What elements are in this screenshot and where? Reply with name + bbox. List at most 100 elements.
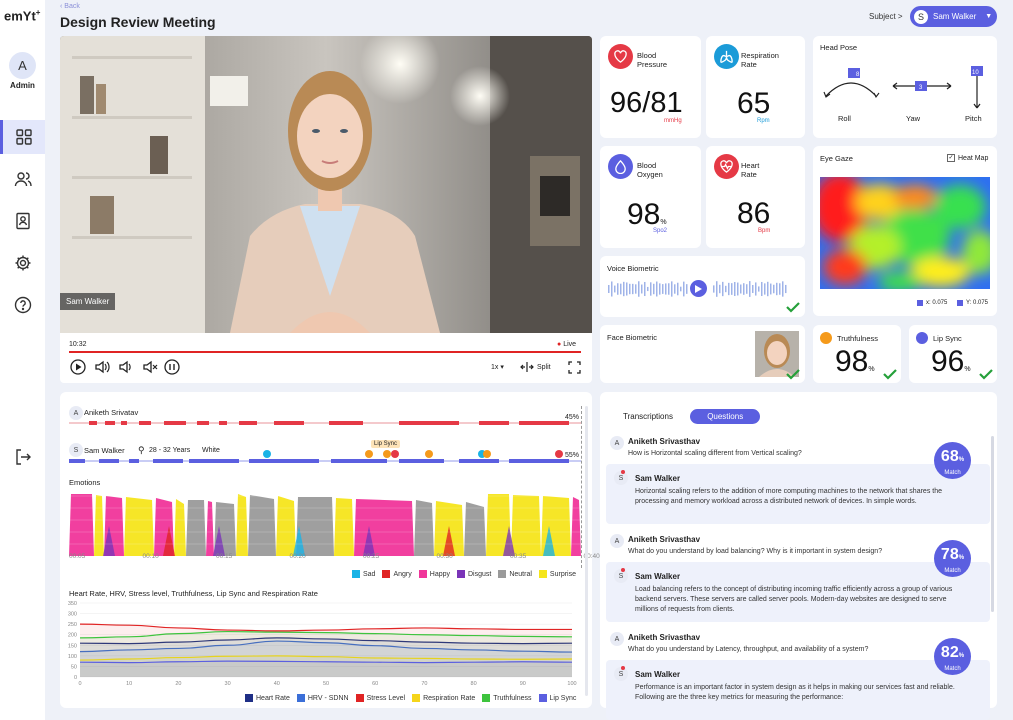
- pause-icon[interactable]: [164, 359, 180, 375]
- video-progress-bar[interactable]: [69, 351, 581, 353]
- talk-segment: [69, 459, 85, 463]
- talk-segment: [105, 421, 115, 425]
- biometrics-line-chart: 0 50 100 150 200 250 300 350 0 10 20 30 40 50 60 70 80 90…: [68, 601, 577, 685]
- playback-speed[interactable]: 1x ▾: [491, 363, 504, 371]
- answer-name: Sam Walker: [635, 670, 681, 679]
- eye-gaze-title: Eye Gaze: [820, 154, 853, 163]
- waveform-bar: [725, 285, 727, 293]
- legend-item[interactable]: Happy: [418, 570, 450, 578]
- tab-transcriptions[interactable]: Transcriptions: [612, 409, 684, 424]
- x-tick-label: 00:15: [216, 553, 233, 560]
- checkbox-icon[interactable]: ✓: [947, 154, 955, 162]
- volume-down-icon[interactable]: [118, 359, 134, 375]
- answer-text: Load balancing refers to the concept of …: [635, 586, 953, 614]
- subject-dropdown[interactable]: S Sam Walker ▼: [910, 6, 997, 27]
- contact-book-icon: [15, 212, 30, 230]
- waveform-bar: [722, 281, 724, 297]
- head-pose-card: Head Pose 8 3 10 Roll Yaw Pitch: [813, 36, 997, 138]
- fullscreen-icon[interactable]: [568, 361, 581, 374]
- emotion-area-surprise: [124, 497, 154, 556]
- speaker-name: Aniketh Srivatav: [84, 408, 139, 417]
- match-score-badge: 68% Match: [934, 442, 971, 479]
- emotions-chart: [69, 494, 581, 556]
- video-controls: 10:32 ● Live 1x ▾ Split: [60, 333, 592, 383]
- transcript-tabs: Transcriptions Questions: [612, 409, 761, 424]
- waveform-bar: [713, 285, 715, 293]
- blood-pressure-unit: mmHg: [664, 118, 682, 124]
- respiration-card: Respiration Rate 65 Rpm: [706, 36, 805, 138]
- user-avatar[interactable]: A: [9, 52, 36, 79]
- metric-title: Blood Oxygen: [637, 161, 663, 180]
- speaker1-talk-track: [69, 421, 581, 425]
- legend-label: Respiration Rate: [423, 694, 476, 702]
- waveform-bar: [635, 284, 637, 294]
- x-tick-label: 100: [567, 681, 576, 685]
- x-tick-label: 00:35: [510, 553, 527, 560]
- mute-icon[interactable]: [142, 359, 160, 375]
- legend-label: Disgust: [468, 570, 492, 578]
- legend-item[interactable]: Angry: [382, 570, 412, 578]
- waveform-bar: [752, 285, 754, 293]
- legend-item[interactable]: Stress Level: [355, 694, 405, 702]
- analytics-scrollbar[interactable]: [585, 406, 588, 696]
- legend-swatch: [355, 694, 364, 702]
- metric-title: Heart Rate: [741, 161, 760, 180]
- nav-logout[interactable]: [0, 440, 45, 474]
- waveform-bar: [719, 284, 721, 294]
- waveform-bar: [737, 282, 739, 296]
- talk-segment: [219, 421, 227, 425]
- waveform-bar: [665, 283, 667, 295]
- waveform-bar: [656, 281, 658, 297]
- tab-questions[interactable]: Questions: [690, 409, 761, 424]
- legend-item[interactable]: Surprise: [538, 570, 576, 578]
- pitch-label: Pitch: [965, 114, 982, 123]
- legend-item[interactable]: Sad: [352, 570, 375, 578]
- nav-contacts[interactable]: [0, 204, 45, 238]
- volume-up-icon[interactable]: [94, 359, 112, 375]
- talk-segment: [189, 459, 239, 463]
- talk-segment: [139, 421, 151, 425]
- legend-item[interactable]: Lip Sync: [538, 694, 576, 702]
- emotion-area-surprise: [334, 498, 354, 556]
- nav-help[interactable]: [0, 288, 45, 322]
- legend-item[interactable]: Respiration Rate: [412, 694, 475, 702]
- legend-item[interactable]: HRV - SDNN: [296, 694, 349, 702]
- legend-item[interactable]: Heart Rate: [245, 694, 290, 702]
- talk-segment: [249, 459, 319, 463]
- eye-gaze-card: Eye Gaze ✓ Heat Map x: 0.075 Y: 0.075: [813, 146, 997, 316]
- question-text: What do you understand by load balancing…: [628, 548, 883, 555]
- gaze-heatmap: [820, 177, 990, 289]
- analytics-panel: A Aniketh Srivatav 45% S Sam Walker ⚲ 28…: [60, 392, 600, 708]
- back-link[interactable]: ‹ Back: [60, 3, 80, 10]
- check-icon: [786, 369, 800, 380]
- users-icon: [14, 172, 32, 187]
- waveform-bar: [731, 283, 733, 295]
- nav-dashboard[interactable]: [0, 120, 45, 154]
- nav-settings[interactable]: [0, 246, 45, 280]
- transcript-scrollbar[interactable]: [991, 436, 994, 612]
- speaker-avatar: A: [69, 406, 83, 420]
- legend-label: Sad: [363, 570, 376, 578]
- emotion-area-surprise: [276, 496, 296, 556]
- blood-oxygen-card: Blood Oxygen 98% Spo2: [600, 146, 701, 248]
- emotion-area-happy: [571, 497, 581, 556]
- waveform-bar: [647, 286, 649, 292]
- voice-play-icon[interactable]: [690, 280, 707, 297]
- play-icon[interactable]: [70, 359, 86, 375]
- legend-swatch: [245, 694, 253, 702]
- heatmap-toggle[interactable]: ✓ Heat Map: [947, 154, 988, 162]
- legend-item[interactable]: Truthfulness: [482, 694, 532, 702]
- split-button[interactable]: Split: [520, 362, 551, 372]
- emotion-area-happy: [354, 499, 414, 556]
- nav-users[interactable]: [0, 162, 45, 196]
- video-player[interactable]: [60, 36, 592, 333]
- lungs-icon: [714, 44, 739, 69]
- legend-item[interactable]: Neutral: [498, 570, 532, 578]
- waveform-bar: [680, 286, 682, 292]
- waveform-bar: [608, 285, 610, 293]
- legend-swatch: [382, 570, 391, 578]
- legend-item[interactable]: Disgust: [457, 570, 491, 578]
- y-tick-label: 0: [74, 675, 77, 681]
- waveform-bar: [653, 283, 655, 295]
- blood-pressure-card: Blood Pressure 96/81 mmHg: [600, 36, 701, 138]
